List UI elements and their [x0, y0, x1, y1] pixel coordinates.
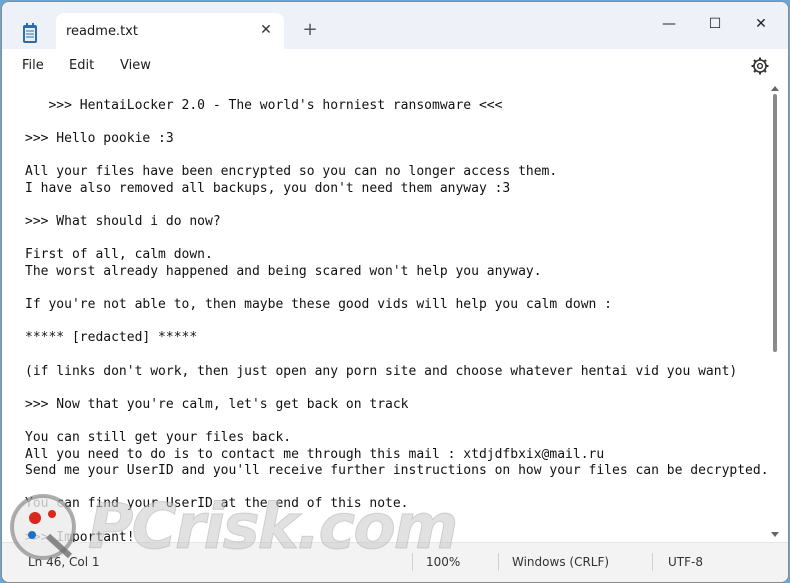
text-line: >>> What should i do now? — [25, 214, 221, 230]
text-line: The worst already happened and being sca… — [25, 264, 542, 279]
scroll-up-icon[interactable] — [771, 86, 779, 91]
text-line: You can find your UserID at the end of t… — [25, 496, 409, 512]
maximize-icon[interactable]: ☐ — [692, 2, 738, 46]
text-line: All you need to do is to contact me thro… — [25, 446, 605, 462]
new-tab-icon[interactable]: + — [302, 21, 318, 39]
notepad-window: readme.txt ✕ + — ☐ ✕ File Edit View >>> … — [1, 1, 789, 583]
line-ending: Windows (CRLF) — [512, 555, 610, 569]
status-bar: Ln 46, Col 1 100% Windows (CRLF) UTF-8 — [2, 542, 788, 582]
text-line: >>> Now that you're calm, let's get back… — [25, 396, 409, 412]
vertical-scrollbar[interactable] — [769, 84, 783, 544]
text-line: (if links don't work, then just open any… — [25, 363, 738, 379]
text-line: >>> Important! — [25, 529, 135, 542]
status-divider — [412, 553, 413, 571]
menu-bar: File Edit View — [2, 50, 788, 83]
status-divider — [498, 553, 499, 571]
menu-edit[interactable]: Edit — [69, 58, 94, 73]
text-line: Send me your UserID and you'll receive f… — [25, 463, 768, 479]
status-divider — [652, 553, 653, 571]
text-line: If you're not able to, then maybe these … — [25, 297, 612, 313]
text-line: ***** [redacted] ***** — [25, 330, 198, 346]
cursor-position: Ln 46, Col 1 — [28, 555, 100, 569]
encoding: UTF-8 — [668, 555, 703, 569]
text-editor[interactable]: >>> HentaiLocker 2.0 - The world's horni… — [2, 84, 768, 542]
close-window-icon[interactable]: ✕ — [738, 2, 784, 46]
text-line: All your files have been encrypted so yo… — [25, 164, 558, 180]
scroll-down-icon[interactable] — [771, 532, 779, 537]
text-line: You can still get your files back. — [25, 430, 292, 445]
menu-view[interactable]: View — [120, 58, 151, 73]
settings-gear-icon[interactable] — [750, 56, 770, 76]
minimize-icon[interactable]: — — [646, 2, 692, 46]
title-bar: readme.txt ✕ + — ☐ ✕ — [2, 2, 788, 50]
text-line: >>> HentaiLocker 2.0 - The world's horni… — [25, 98, 503, 113]
zoom-level: 100% — [426, 555, 461, 569]
notepad-icon — [23, 23, 37, 43]
text-line: I have also removed all backups, you don… — [25, 181, 511, 196]
scrollbar-thumb[interactable] — [773, 94, 777, 352]
tab-title: readme.txt — [66, 24, 138, 39]
text-line: First of all, calm down. — [25, 247, 213, 263]
close-tab-icon[interactable]: ✕ — [258, 22, 274, 38]
tab-readme[interactable]: readme.txt ✕ — [56, 13, 284, 50]
menu-file[interactable]: File — [22, 58, 44, 73]
text-line: >>> Hello pookie :3 — [25, 131, 174, 147]
